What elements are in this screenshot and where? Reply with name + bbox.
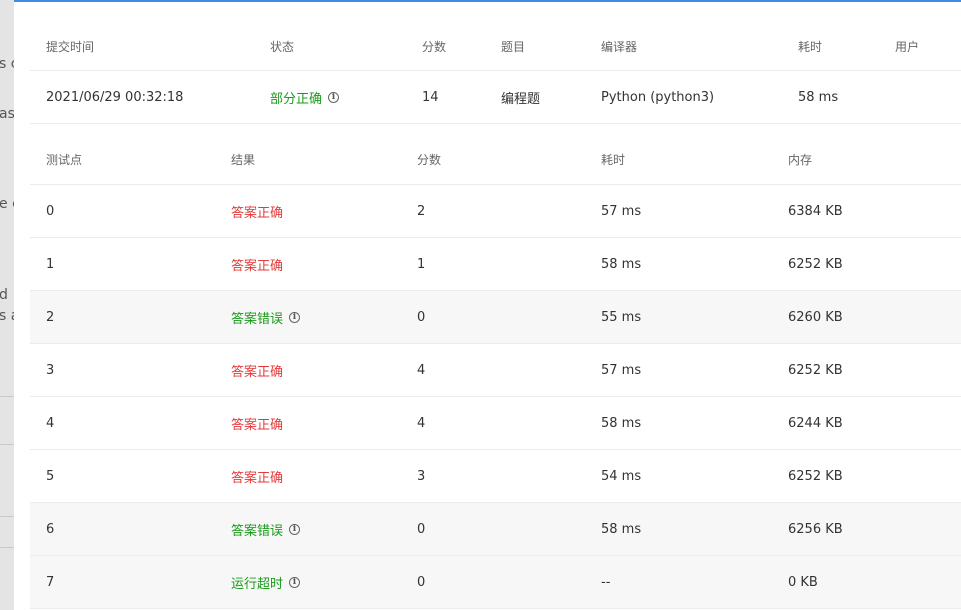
- test-point: 7: [46, 574, 55, 590]
- header-test-duration: 耗时: [601, 153, 626, 167]
- header-submit-time: 提交时间: [46, 39, 95, 54]
- test-score: 1: [417, 256, 426, 272]
- test-result: 答案正确: [231, 344, 283, 396]
- test-result-text: 答案正确: [231, 364, 284, 380]
- submission-detail-panel: 提交时间 状态 分数 题目 编译器 耗时 用户 2021/06/29 00:32…: [14, 0, 961, 610]
- test-memory: 6252 KB: [788, 468, 843, 484]
- background-divider: [0, 444, 14, 445]
- test-row: 0 答案正确 2 57 ms 6384 KB: [30, 185, 961, 238]
- info-icon[interactable]: i: [328, 91, 340, 103]
- tests-header-row: 测试点 结果 分数 耗时 内存: [30, 135, 961, 185]
- header-test-point: 测试点: [46, 153, 83, 167]
- test-result-text: 答案错误: [231, 311, 284, 327]
- test-memory: 6256 KB: [788, 521, 843, 537]
- background-text: as: [0, 106, 15, 122]
- test-result-text: 答案正确: [231, 258, 284, 274]
- test-result-text: 答案正确: [231, 470, 284, 486]
- test-row: 4 答案正确 4 58 ms 6244 KB: [30, 397, 961, 450]
- submission-duration: 58 ms: [798, 89, 839, 105]
- info-icon[interactable]: i: [289, 576, 301, 588]
- info-icon[interactable]: i: [289, 311, 301, 323]
- header-test-score: 分数: [417, 153, 442, 167]
- test-duration: 58 ms: [601, 256, 642, 272]
- test-duration: 58 ms: [601, 521, 642, 537]
- test-point: 1: [46, 256, 55, 272]
- test-row: 5 答案正确 3 54 ms 6252 KB: [30, 450, 961, 503]
- test-row: 1 答案正确 1 58 ms 6252 KB: [30, 238, 961, 291]
- status-text: 部分正确: [270, 91, 323, 107]
- header-memory: 内存: [788, 153, 813, 167]
- test-row: 2 答案错误 i 0 55 ms 6260 KB: [30, 291, 961, 344]
- header-status: 状态: [270, 39, 295, 54]
- test-row: 6 答案错误 i 0 58 ms 6256 KB: [30, 503, 961, 556]
- test-result[interactable]: 运行超时 i: [231, 556, 301, 608]
- test-result-text: 答案错误: [231, 523, 284, 539]
- test-duration: 58 ms: [601, 415, 642, 431]
- test-row: 7 运行超时 i 0 -- 0 KB: [30, 556, 961, 609]
- submission-row: 2021/06/29 00:32:18 部分正确 i 14 编程题 Python…: [30, 71, 961, 124]
- test-result[interactable]: 答案错误 i: [231, 503, 301, 555]
- test-point: 4: [46, 415, 55, 431]
- submit-time: 2021/06/29 00:32:18: [46, 89, 184, 105]
- info-icon[interactable]: i: [289, 523, 301, 535]
- test-score: 2: [417, 203, 426, 219]
- test-result[interactable]: 答案错误 i: [231, 291, 301, 343]
- test-result: 答案正确: [231, 450, 283, 502]
- test-point: 6: [46, 521, 55, 537]
- test-duration: --: [601, 574, 611, 590]
- submission-compiler: Python (python3): [601, 89, 715, 105]
- test-result: 答案正确: [231, 238, 283, 290]
- test-memory: 6252 KB: [788, 256, 843, 272]
- test-score: 0: [417, 521, 426, 537]
- background-text: d: [0, 287, 8, 303]
- background-divider: [0, 396, 14, 397]
- background-divider: [0, 516, 14, 517]
- test-memory: 6244 KB: [788, 415, 843, 431]
- test-point: 2: [46, 309, 55, 325]
- test-point: 5: [46, 468, 55, 484]
- test-duration: 55 ms: [601, 309, 642, 325]
- test-score: 3: [417, 468, 426, 484]
- test-result-text: 运行超时: [231, 576, 284, 592]
- header-score: 分数: [422, 39, 447, 54]
- test-memory: 6384 KB: [788, 203, 843, 219]
- test-result-text: 答案正确: [231, 205, 284, 221]
- test-memory: 6252 KB: [788, 362, 843, 378]
- test-score: 0: [417, 309, 426, 325]
- submission-problem: 编程题: [501, 91, 541, 107]
- header-result: 结果: [231, 153, 256, 167]
- test-memory: 0 KB: [788, 574, 818, 590]
- test-result-text: 答案正确: [231, 417, 284, 433]
- header-problem: 题目: [501, 39, 526, 54]
- submission-header-row: 提交时间 状态 分数 题目 编译器 耗时 用户: [30, 22, 961, 71]
- test-score: 4: [417, 415, 426, 431]
- test-duration: 57 ms: [601, 362, 642, 378]
- test-point: 0: [46, 203, 55, 219]
- header-duration: 耗时: [798, 39, 823, 54]
- test-memory: 6260 KB: [788, 309, 843, 325]
- header-user: 用户: [895, 39, 920, 54]
- header-compiler: 编译器: [601, 39, 638, 54]
- test-duration: 57 ms: [601, 203, 642, 219]
- test-result: 答案正确: [231, 185, 283, 237]
- test-result: 答案正确: [231, 397, 283, 449]
- test-row: 3 答案正确 4 57 ms 6252 KB: [30, 344, 961, 397]
- submission-status[interactable]: 部分正确 i: [270, 71, 340, 123]
- test-duration: 54 ms: [601, 468, 642, 484]
- submission-score: 14: [422, 89, 439, 105]
- test-score: 0: [417, 574, 426, 590]
- background-divider: [0, 547, 14, 548]
- test-point: 3: [46, 362, 55, 378]
- test-score: 4: [417, 362, 426, 378]
